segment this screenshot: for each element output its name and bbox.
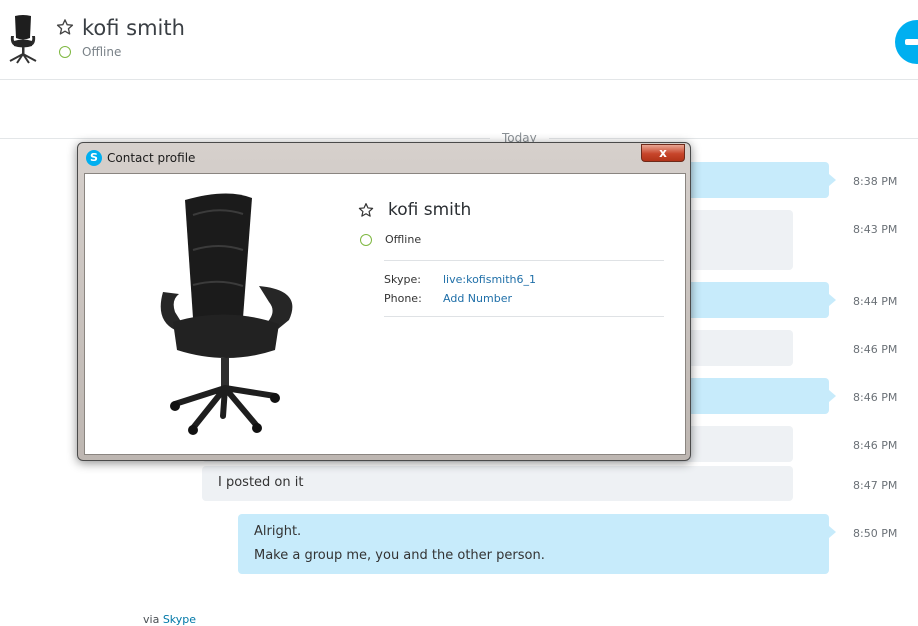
- status-offline-icon: [59, 46, 71, 58]
- add-number-link[interactable]: Add Number: [443, 292, 512, 305]
- message-time: 8:47 PM: [853, 479, 898, 492]
- contact-name[interactable]: kofi smith: [82, 16, 185, 40]
- message-time: 8:46 PM: [853, 439, 898, 452]
- profile-picture-office-chair: [160, 193, 293, 435]
- via-skype-link[interactable]: Skype: [163, 613, 196, 626]
- skype-id-label: Skype:: [384, 273, 421, 286]
- profile-name: kofi smith: [388, 200, 472, 220]
- profile-status: Offline: [385, 233, 422, 246]
- message-time: 8:43 PM: [853, 223, 898, 236]
- contact-avatar[interactable]: [6, 14, 40, 64]
- message-text: Alright.: [254, 524, 302, 539]
- status-offline-icon: [360, 234, 372, 246]
- message-text: I posted on it: [218, 475, 304, 490]
- message-bubble[interactable]: Alright. Make a group me, you and the ot…: [238, 514, 836, 574]
- phone-label: Phone:: [384, 292, 422, 305]
- profile-divider: [384, 316, 664, 317]
- message-bubble[interactable]: I posted on it: [202, 466, 793, 501]
- profile-divider: [384, 260, 664, 261]
- message-time: 8:46 PM: [853, 343, 898, 356]
- dialog-title: Contact profile: [107, 151, 196, 165]
- contact-status: Offline: [82, 45, 122, 59]
- message-time: 8:44 PM: [853, 295, 898, 308]
- via-footer: via Skype: [143, 613, 196, 626]
- message-time: 8:38 PM: [853, 175, 898, 188]
- favorite-star-icon[interactable]: [358, 202, 374, 218]
- close-icon: x: [659, 146, 667, 160]
- day-divider: [0, 138, 918, 139]
- call-button[interactable]: [895, 20, 918, 64]
- skype-id-link[interactable]: live:kofismith6_1: [443, 273, 536, 286]
- conversation-header: kofi smith Offline: [0, 0, 918, 80]
- message-text: Make a group me, you and the other perso…: [254, 548, 545, 563]
- skype-logo-icon: S: [86, 150, 102, 166]
- dialog-body: kofi smith Offline Skype: live:kofismith…: [84, 173, 686, 455]
- close-button[interactable]: x: [641, 144, 685, 162]
- contact-profile-dialog: S Contact profile x kofi smith Offline S…: [77, 142, 691, 461]
- favorite-star-icon[interactable]: [56, 18, 74, 36]
- message-time: 8:46 PM: [853, 391, 898, 404]
- via-prefix: via: [143, 613, 160, 626]
- message-time: 8:50 PM: [853, 527, 898, 540]
